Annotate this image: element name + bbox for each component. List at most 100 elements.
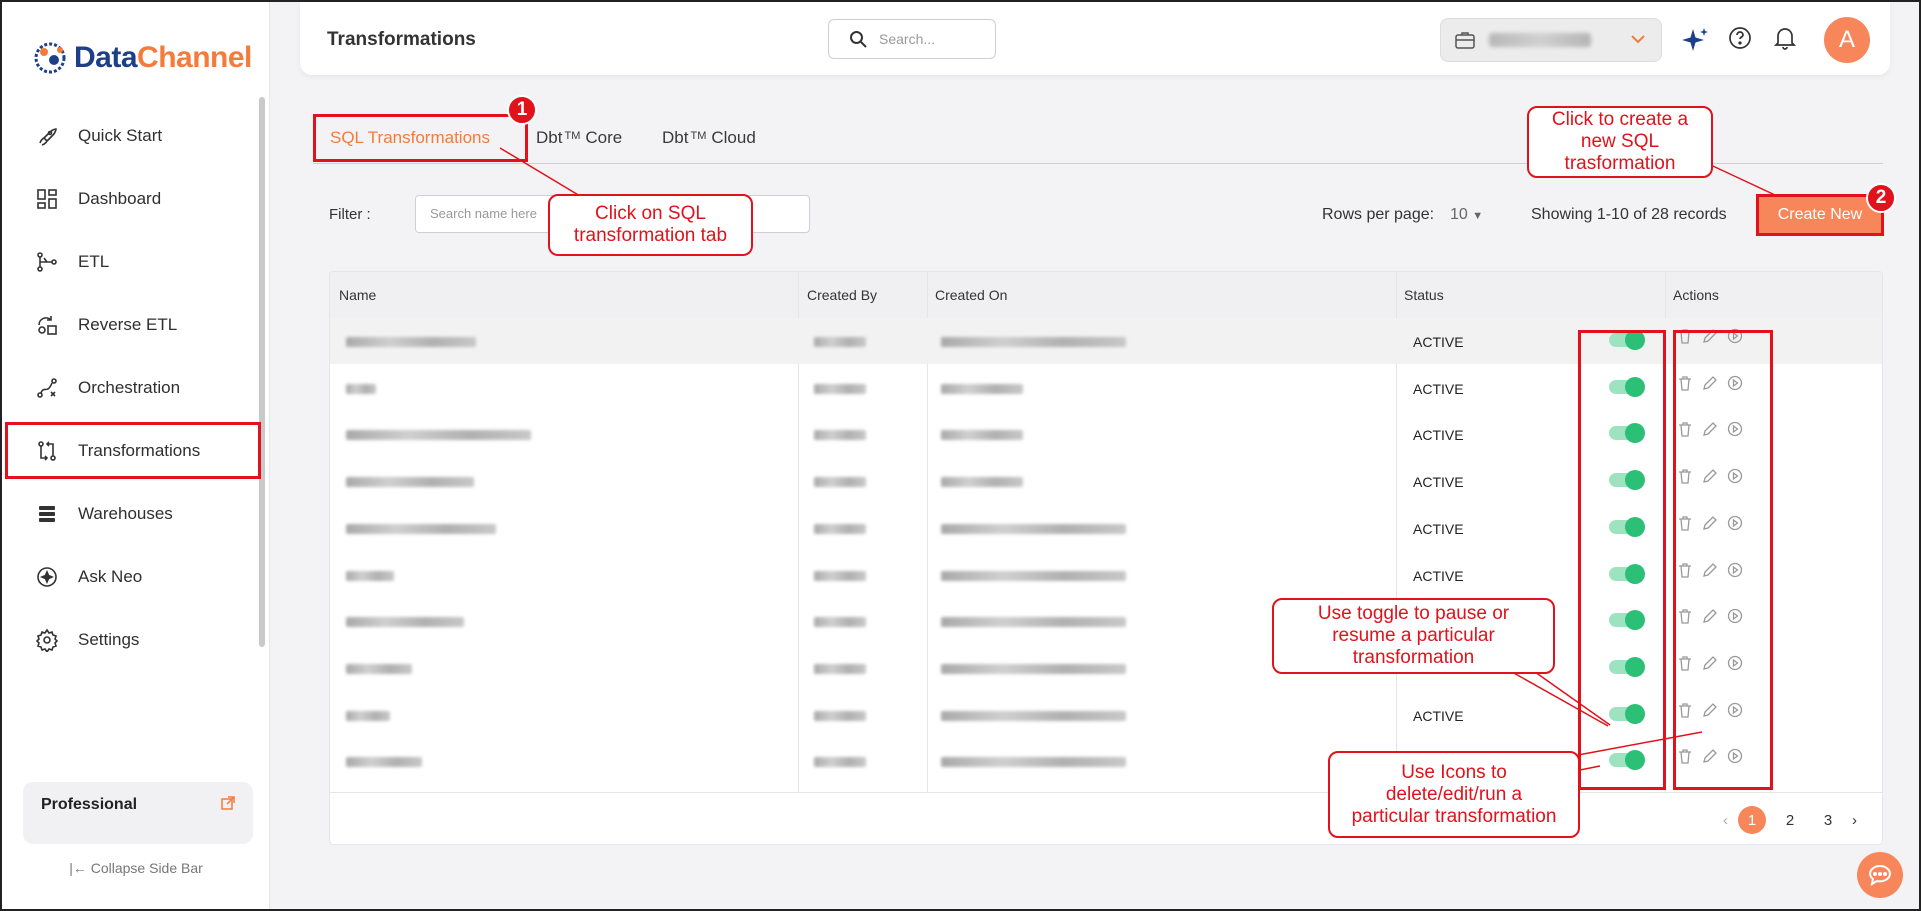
status-toggle[interactable] [1609,516,1645,537]
chevron-right-icon[interactable]: › [1852,812,1857,829]
table-row[interactable]: ACTIVE [330,552,1882,598]
play-circle-icon[interactable] [1726,467,1744,485]
pencil-icon[interactable] [1701,420,1719,438]
status-toggle[interactable] [1609,470,1645,491]
trash-icon[interactable] [1676,467,1694,485]
trash-icon[interactable] [1676,654,1694,672]
table-row[interactable]: ACTIVE [330,365,1882,411]
row-actions [1676,327,1744,345]
trash-icon[interactable] [1676,374,1694,392]
row-actions [1676,374,1744,392]
trash-icon[interactable] [1676,607,1694,625]
workspace-selector[interactable] [1440,18,1662,62]
column-header-created-on[interactable]: Created On [935,287,1007,303]
trash-icon[interactable] [1676,561,1694,579]
tab-dbt-cloud[interactable]: Dbt TM Cloud [662,114,756,162]
table-row[interactable]: ACTIVE [330,318,1882,364]
page-button-2[interactable]: 2 [1776,806,1804,834]
pencil-icon[interactable] [1701,514,1719,532]
status-text: ACTIVE [1413,567,1464,584]
pencil-icon[interactable] [1701,374,1719,392]
play-circle-icon[interactable] [1726,654,1744,672]
pencil-icon[interactable] [1701,561,1719,579]
table-row[interactable]: ACTIVE [330,458,1882,504]
name-cell-redacted [346,663,412,674]
play-circle-icon[interactable] [1726,701,1744,719]
step-badge-2: 2 [1866,183,1896,213]
column-header-actions[interactable]: Actions [1673,287,1719,303]
sidebar-item-settings[interactable]: Settings [2,608,264,671]
table-row[interactable]: ACTIVE [330,645,1882,691]
sidebar-item-quick-start[interactable]: Quick Start [2,104,264,167]
play-circle-icon[interactable] [1726,607,1744,625]
search-input[interactable]: Search... [828,19,996,59]
status-toggle[interactable] [1609,563,1645,584]
pencil-icon[interactable] [1701,701,1719,719]
column-header-name[interactable]: Name [339,287,376,303]
trash-icon[interactable] [1676,514,1694,532]
collapse-icon: |← [69,860,91,876]
sidebar-item-label: Transformations [78,440,201,460]
sidebar-item-label: Dashboard [78,188,162,208]
table-row[interactable]: ACTIVE [330,692,1882,738]
trash-icon[interactable] [1676,701,1694,719]
play-circle-icon[interactable] [1726,561,1744,579]
sidebar-item-orchestration[interactable]: Orchestration [2,356,264,419]
external-link-icon[interactable] [221,796,235,830]
status-toggle[interactable] [1609,656,1645,677]
sidebar: DataChannel Quick Start Dashboard ETL Re… [2,2,270,909]
status-toggle[interactable] [1609,703,1645,724]
play-circle-icon[interactable] [1726,747,1744,765]
pencil-icon[interactable] [1701,654,1719,672]
pencil-icon[interactable] [1701,607,1719,625]
bell-icon[interactable] [1773,26,1797,55]
trash-icon[interactable] [1676,327,1694,345]
pencil-icon[interactable] [1701,467,1719,485]
tab-dbt-core[interactable]: Dbt TM Core [536,114,622,162]
table-row[interactable]: ACTIVE [330,598,1882,644]
table-row[interactable]: ACTIVE [330,411,1882,457]
row-actions [1676,747,1744,765]
status-toggle[interactable] [1609,330,1645,350]
logo[interactable]: DataChannel [32,38,252,78]
callout-toggle: Use toggle to pause or resume a particula… [1272,598,1555,674]
sparkle-ai-icon[interactable] [1680,26,1710,61]
trash-icon[interactable] [1676,747,1694,765]
page-button-1[interactable]: 1 [1738,806,1766,834]
sidebar-item-etl[interactable]: ETL [2,230,264,293]
plan-name: Professional [41,796,138,813]
chat-button[interactable] [1857,852,1903,898]
play-circle-icon[interactable] [1726,514,1744,532]
table-header: Name Created By Created On Status Action… [330,272,1882,318]
pencil-icon[interactable] [1701,747,1719,765]
status-toggle[interactable] [1609,610,1645,631]
play-circle-icon[interactable] [1726,374,1744,392]
name-cell-redacted [346,477,474,488]
table-row[interactable]: ACTIVE [330,505,1882,551]
column-header-status[interactable]: Status [1404,287,1444,303]
sidebar-item-dashboard[interactable]: Dashboard [2,167,264,230]
help-icon[interactable] [1728,26,1752,55]
rows-per-page-select[interactable]: 10 ▼ [1450,206,1483,224]
sidebar-item-ask-neo[interactable]: Ask Neo [2,545,264,608]
status-toggle[interactable] [1609,423,1645,444]
status-toggle[interactable] [1609,750,1645,771]
table-row[interactable]: ACTIVE [330,738,1882,784]
pencil-icon[interactable] [1701,327,1719,345]
sidebar-item-transformations[interactable]: Transformations [2,419,264,482]
trash-icon[interactable] [1676,420,1694,438]
page-button-3[interactable]: 3 [1814,806,1842,834]
create-new-button[interactable]: Create New [1756,194,1884,236]
logo-text: DataChannel [74,41,252,74]
sidebar-item-warehouses[interactable]: Warehouses [2,482,264,545]
status-toggle[interactable] [1609,376,1645,397]
sidebar-item-reverse-etl[interactable]: Reverse ETL [2,293,264,356]
play-circle-icon[interactable] [1726,420,1744,438]
plan-card[interactable]: Professional [23,782,253,844]
column-header-created-by[interactable]: Created By [807,287,877,303]
avatar[interactable]: A [1824,17,1870,63]
chat-icon [1868,865,1892,887]
collapse-sidebar-button[interactable]: |← Collapse Side Bar [2,860,270,876]
chevron-left-icon[interactable]: ‹ [1723,812,1728,829]
play-circle-icon[interactable] [1726,327,1744,345]
